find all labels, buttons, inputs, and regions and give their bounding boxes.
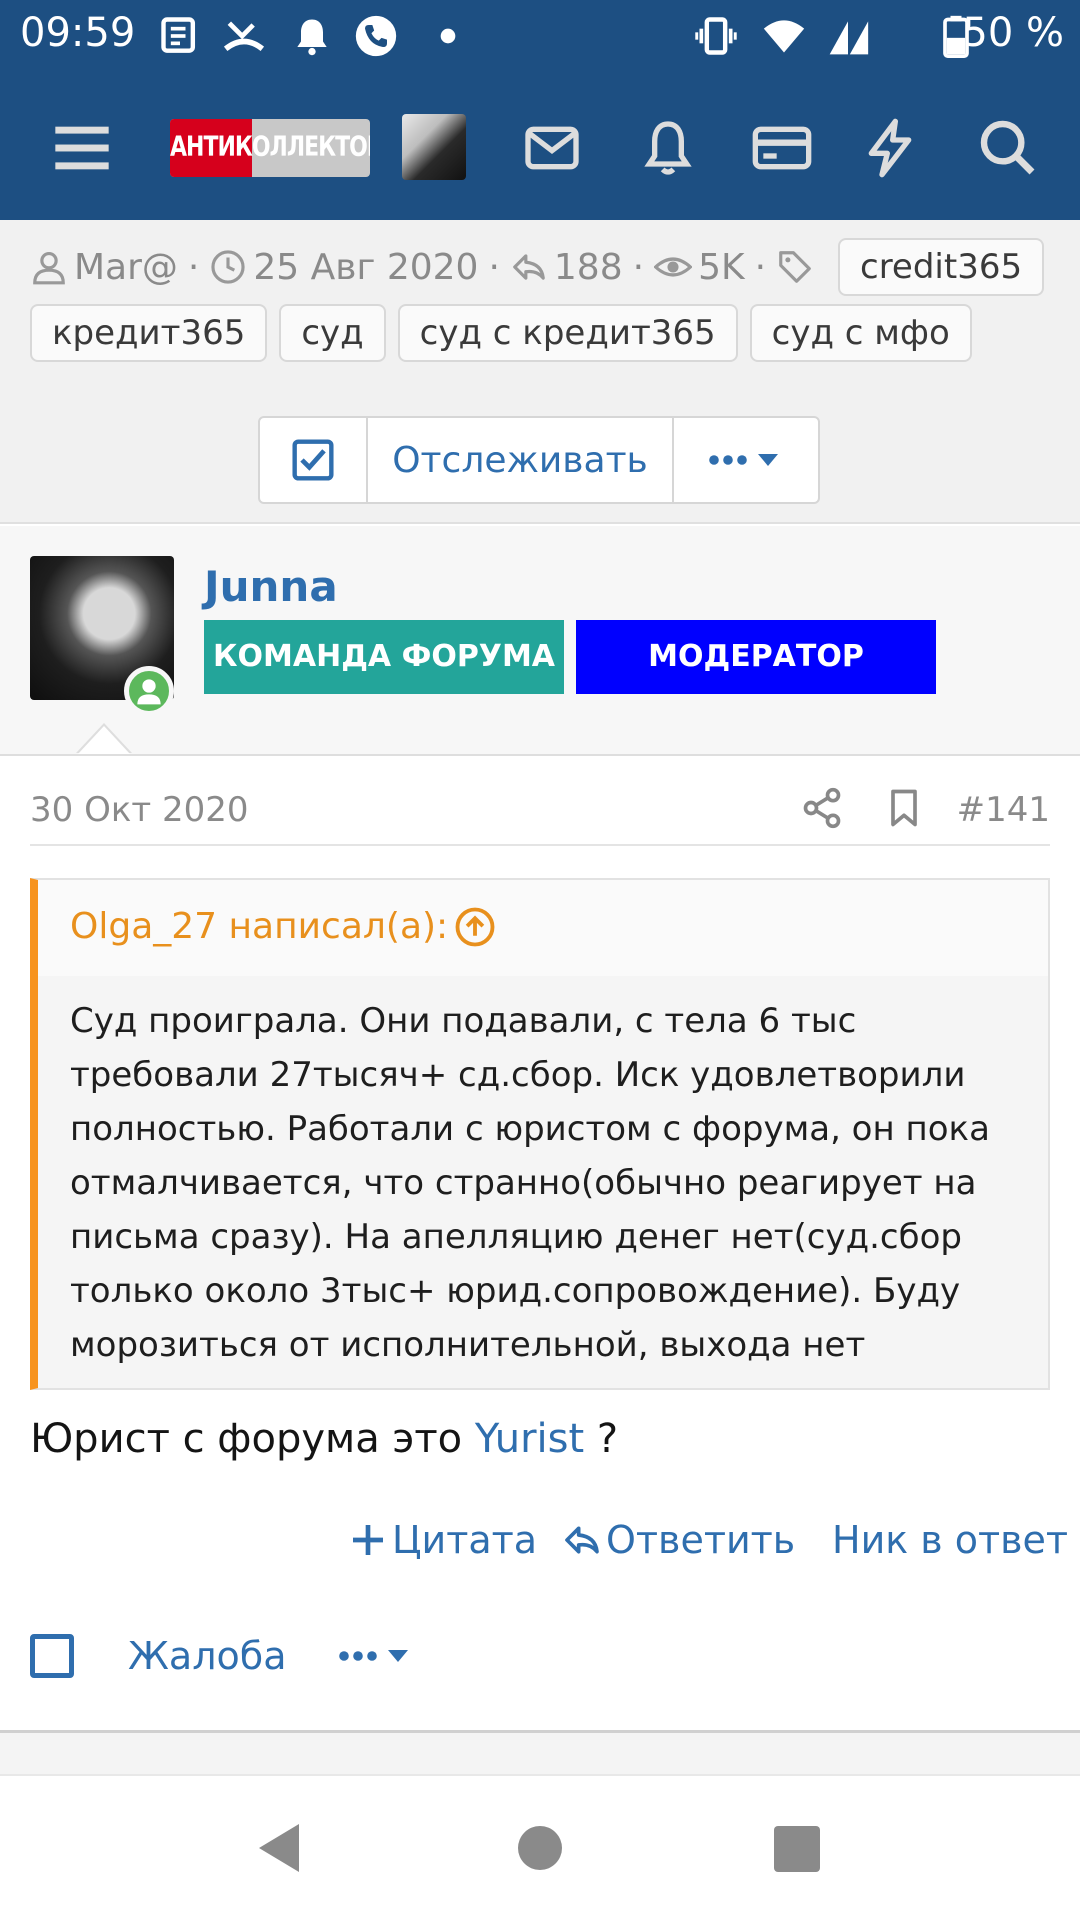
- quote-header: Olga_27 написал(а):: [38, 880, 1048, 976]
- user-icon: [33, 251, 65, 285]
- post-separator: [0, 1730, 1080, 1776]
- tag-credit365[interactable]: credit365: [838, 238, 1045, 296]
- reply-icon: [513, 254, 545, 280]
- quote-action-button[interactable]: Цитата: [348, 1518, 537, 1562]
- vibrate-icon: [695, 17, 737, 55]
- quote-text: Суд проиграла. Они подавали, с тела 6 ты…: [70, 1001, 990, 1365]
- battery-percent: 50 %: [962, 10, 1064, 56]
- phone-icon: [355, 15, 397, 57]
- more-dropdown-icon[interactable]: [336, 1636, 416, 1676]
- select-post-checkbox[interactable]: [30, 1634, 74, 1678]
- arrow-up-circle-icon[interactable]: [454, 906, 496, 948]
- post-meta: 30 Окт 2020 #141: [30, 787, 1050, 846]
- nick-reply-button[interactable]: Ник в ответ: [832, 1518, 1068, 1562]
- quote-block: Olga_27 написал(а): Суд проиграла. Они п…: [30, 878, 1050, 1390]
- thread-views: 5K: [698, 246, 745, 288]
- separator: ·: [754, 246, 767, 288]
- menu-icon[interactable]: [50, 116, 114, 180]
- post-message-suffix: ?: [584, 1416, 619, 1462]
- watch-button-group: Отслеживать: [258, 416, 820, 504]
- mail-icon[interactable]: [520, 116, 584, 180]
- back-icon[interactable]: [254, 1820, 304, 1876]
- status-time: 09:59: [20, 10, 136, 56]
- lightning-icon[interactable]: [858, 116, 922, 180]
- separator: ·: [632, 246, 645, 288]
- logo-text: АНТИКОЛЛЕКТОР: [170, 131, 370, 163]
- share-icon[interactable]: [800, 786, 844, 830]
- post-username[interactable]: Junna: [204, 562, 338, 611]
- plus-icon: [353, 1525, 383, 1555]
- separator: ·: [488, 246, 500, 288]
- eye-icon: [654, 257, 693, 277]
- post-message-prefix: Юрист с форума это: [30, 1416, 475, 1462]
- checkbox-checked-icon: [292, 439, 334, 481]
- thread-info-line: Mar@ · 25 Авг 2020 · 188 · 5K ·: [30, 240, 820, 294]
- thread-author[interactable]: Mar@: [74, 247, 178, 288]
- home-icon[interactable]: [518, 1826, 562, 1870]
- card-icon[interactable]: [750, 116, 814, 180]
- dot-icon: [440, 28, 456, 44]
- clock-icon: [211, 250, 245, 284]
- site-logo[interactable]: АНТИКОЛЛЕКТОР: [170, 119, 370, 177]
- nick-reply-label: Ник в ответ: [832, 1518, 1069, 1562]
- user-avatar[interactable]: [402, 114, 466, 180]
- reply-icon: [565, 1526, 599, 1554]
- search-icon[interactable]: [976, 116, 1040, 180]
- separator: ·: [187, 246, 200, 288]
- tag-sud[interactable]: суд: [279, 304, 386, 362]
- tags-icon: [779, 251, 811, 283]
- recent-apps-icon[interactable]: [774, 1826, 820, 1872]
- badge-forum-team: КОМАНДА ФОРУМА: [204, 620, 564, 694]
- report-row: Жалоба: [30, 1626, 416, 1686]
- reply-action-button[interactable]: Ответить: [562, 1518, 795, 1562]
- tag-kredit365[interactable]: кредит365: [30, 304, 268, 362]
- user-icon: [137, 679, 161, 705]
- post-message: Юрист с форума это Yurist ?: [30, 1416, 618, 1462]
- system-nav-bar: [0, 1776, 1080, 1920]
- quote-action-label: Цитата: [392, 1518, 538, 1562]
- mention-link[interactable]: Yurist: [475, 1416, 584, 1462]
- post-date[interactable]: 30 Окт 2020: [30, 790, 249, 830]
- bell-icon[interactable]: [636, 116, 700, 180]
- post-author-block: Junna КОМАНДА ФОРУМА МОДЕРАТОР: [0, 526, 1080, 756]
- post-pointer: [78, 726, 130, 754]
- online-status-icon: [124, 666, 174, 716]
- status-bar: 09:59 50 %: [0, 0, 1080, 76]
- tag-sud-s-kredit365[interactable]: суд с кредит365: [397, 304, 738, 362]
- reply-action-label: Ответить: [606, 1518, 796, 1562]
- news-icon: [161, 17, 196, 53]
- bell-icon: [297, 19, 327, 56]
- thread-more-menu[interactable]: [674, 418, 818, 502]
- tags-row: кредит365 суд суд с кредит365 суд с мфо: [30, 304, 972, 362]
- thread-meta: Mar@ · 25 Авг 2020 · 188 · 5K · credit36…: [0, 220, 1080, 524]
- quote-author[interactable]: Olga_27 написал(а):: [70, 906, 448, 947]
- bookmark-icon[interactable]: [882, 786, 926, 830]
- missed-call-icon: [223, 21, 265, 52]
- report-link[interactable]: Жалоба: [128, 1634, 286, 1678]
- thread-replies: 188: [553, 246, 623, 288]
- signal-icon: [829, 21, 869, 55]
- badge-moderator: МОДЕРАТОР: [576, 620, 936, 694]
- wifi-icon: [763, 20, 805, 53]
- tag-sud-s-mfo[interactable]: суд с мфо: [749, 304, 972, 362]
- thread-date: 25 Авг 2020: [253, 246, 479, 288]
- watch-button[interactable]: Отслеживать: [368, 418, 674, 502]
- select-thread-checkbox[interactable]: [260, 418, 368, 502]
- more-dropdown-icon: [709, 454, 778, 466]
- post-number[interactable]: #141: [957, 790, 1050, 830]
- app-header: АНТИКОЛЛЕКТОР: [0, 76, 1080, 220]
